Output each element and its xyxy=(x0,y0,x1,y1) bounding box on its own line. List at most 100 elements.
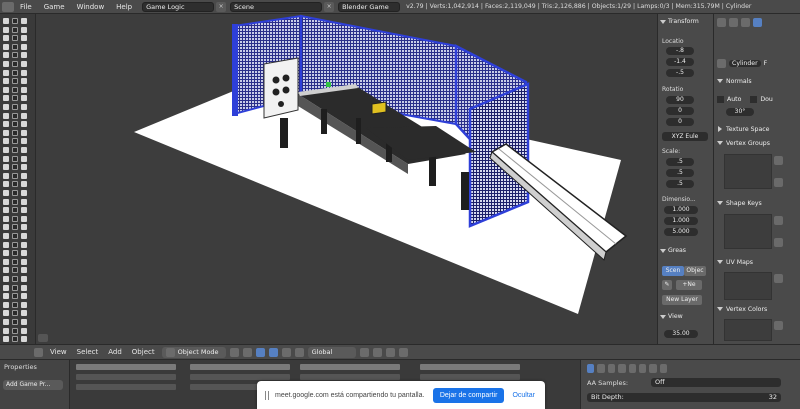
dimension-x[interactable]: 1.000 xyxy=(664,206,698,214)
tool-button[interactable] xyxy=(12,207,18,214)
tool-button[interactable] xyxy=(3,250,9,257)
tool-button[interactable] xyxy=(12,276,18,282)
menu-game[interactable]: Game xyxy=(38,3,71,11)
tool-button[interactable] xyxy=(12,112,18,119)
tool-button[interactable] xyxy=(21,336,27,343)
tool-button[interactable] xyxy=(12,241,18,248)
tool-button[interactable] xyxy=(12,121,18,128)
tool-button[interactable] xyxy=(12,69,18,76)
screen-layout-field[interactable]: Game Logic xyxy=(142,1,215,12)
world-icon[interactable] xyxy=(618,363,626,373)
tool-button[interactable] xyxy=(21,267,27,274)
tool-button[interactable] xyxy=(3,78,9,85)
tool-button[interactable] xyxy=(21,258,27,265)
object-tab-icon[interactable] xyxy=(741,17,750,27)
object-name-row[interactable]: Cylinder F xyxy=(717,58,797,68)
tool-button[interactable] xyxy=(12,155,18,162)
tool-button[interactable] xyxy=(3,26,9,33)
bit-depth-field[interactable]: Bit Depth: 32 xyxy=(587,393,781,402)
tool-button[interactable] xyxy=(12,86,18,93)
layers-icon-2[interactable] xyxy=(372,347,382,357)
add-game-property-button[interactable]: Add Game Pr... xyxy=(3,380,63,390)
tool-button[interactable] xyxy=(21,35,27,42)
tool-button[interactable] xyxy=(21,112,27,119)
close-layout-icon[interactable]: × xyxy=(216,1,227,12)
tool-button[interactable] xyxy=(21,52,27,59)
tool-button[interactable] xyxy=(3,215,9,222)
tool-button[interactable] xyxy=(21,284,27,291)
lens-field[interactable]: 35.00 xyxy=(664,330,698,338)
tool-button[interactable] xyxy=(12,284,18,291)
modifier-icon[interactable] xyxy=(649,363,657,373)
scale-z[interactable]: .5 xyxy=(666,180,694,188)
render-icon[interactable] xyxy=(587,363,595,373)
tool-button[interactable] xyxy=(3,301,9,308)
tool-button[interactable] xyxy=(12,138,18,145)
tool-button[interactable] xyxy=(12,35,18,42)
engine-dropdown[interactable]: Blender Game xyxy=(338,1,401,12)
tool-button[interactable] xyxy=(21,147,27,153)
tool-button[interactable] xyxy=(21,310,27,317)
menu-select[interactable]: Select xyxy=(74,348,102,356)
normals-header[interactable]: Normals xyxy=(717,76,797,86)
pivot-icon[interactable] xyxy=(242,347,252,357)
tool-button[interactable] xyxy=(3,258,9,265)
tool-button[interactable] xyxy=(21,181,27,188)
menu-window[interactable]: Window xyxy=(71,3,111,11)
tool-button[interactable] xyxy=(12,78,18,85)
tool-button[interactable] xyxy=(12,18,18,24)
tool-button[interactable] xyxy=(3,233,9,239)
rotation-x[interactable]: 90 xyxy=(666,96,694,104)
hide-button[interactable]: Ocultar xyxy=(510,392,537,399)
tool-button[interactable] xyxy=(21,233,27,239)
mode-dropdown[interactable]: Object Mode xyxy=(161,346,226,358)
actuator-brick[interactable] xyxy=(300,364,400,370)
tool-button[interactable] xyxy=(3,267,9,274)
tool-button[interactable] xyxy=(21,138,27,145)
mesh-data-tab-icon[interactable] xyxy=(753,17,762,27)
aa-samples-dropdown[interactable]: Off xyxy=(651,378,781,387)
tool-button[interactable] xyxy=(3,190,9,196)
tool-button[interactable] xyxy=(21,26,27,33)
tool-button[interactable] xyxy=(3,61,9,67)
tool-button[interactable] xyxy=(3,276,9,282)
tool-button[interactable] xyxy=(3,319,9,325)
drag-handle-icon[interactable] xyxy=(265,390,269,400)
object-source-button[interactable]: Objec xyxy=(684,266,706,276)
tool-button[interactable] xyxy=(12,129,18,136)
view-type-icon[interactable] xyxy=(34,347,43,357)
tool-button[interactable] xyxy=(21,164,27,171)
layers-icon[interactable] xyxy=(359,347,369,357)
texture-space-header[interactable]: Texture Space xyxy=(717,124,797,134)
tool-button[interactable] xyxy=(12,147,18,153)
sensor-brick[interactable] xyxy=(76,374,176,380)
controller-brick[interactable] xyxy=(190,364,290,370)
controller-brick[interactable] xyxy=(190,374,290,380)
tool-button[interactable] xyxy=(21,241,27,248)
tool-button[interactable] xyxy=(3,112,9,119)
scale-x[interactable]: .5 xyxy=(666,158,694,166)
rotation-z[interactable]: 0 xyxy=(666,118,694,126)
auto-smooth-angle[interactable]: 30° xyxy=(726,108,754,116)
grease-pencil-header[interactable]: Greas xyxy=(660,246,712,255)
tool-button[interactable] xyxy=(12,319,18,325)
tool-button[interactable] xyxy=(12,190,18,196)
tool-button[interactable] xyxy=(12,310,18,317)
tool-button[interactable] xyxy=(12,43,18,50)
tool-button[interactable] xyxy=(12,327,18,334)
tool-button[interactable] xyxy=(12,224,18,231)
translate-icon[interactable] xyxy=(268,347,278,357)
editor-type-icon[interactable] xyxy=(2,1,14,12)
vertex-colors-list[interactable] xyxy=(724,319,772,341)
sensor-brick[interactable] xyxy=(76,384,176,390)
tool-button[interactable] xyxy=(3,52,9,59)
scale-icon[interactable] xyxy=(294,347,304,357)
new-grease-button[interactable]: +Ne xyxy=(676,280,702,290)
tool-button[interactable] xyxy=(3,224,9,231)
tool-button[interactable] xyxy=(21,155,27,162)
tool-button[interactable] xyxy=(21,250,27,257)
world-tab-icon[interactable] xyxy=(729,17,738,27)
fake-user-toggle[interactable]: F xyxy=(764,60,768,67)
tool-button[interactable] xyxy=(21,198,27,205)
tool-button[interactable] xyxy=(21,224,27,231)
